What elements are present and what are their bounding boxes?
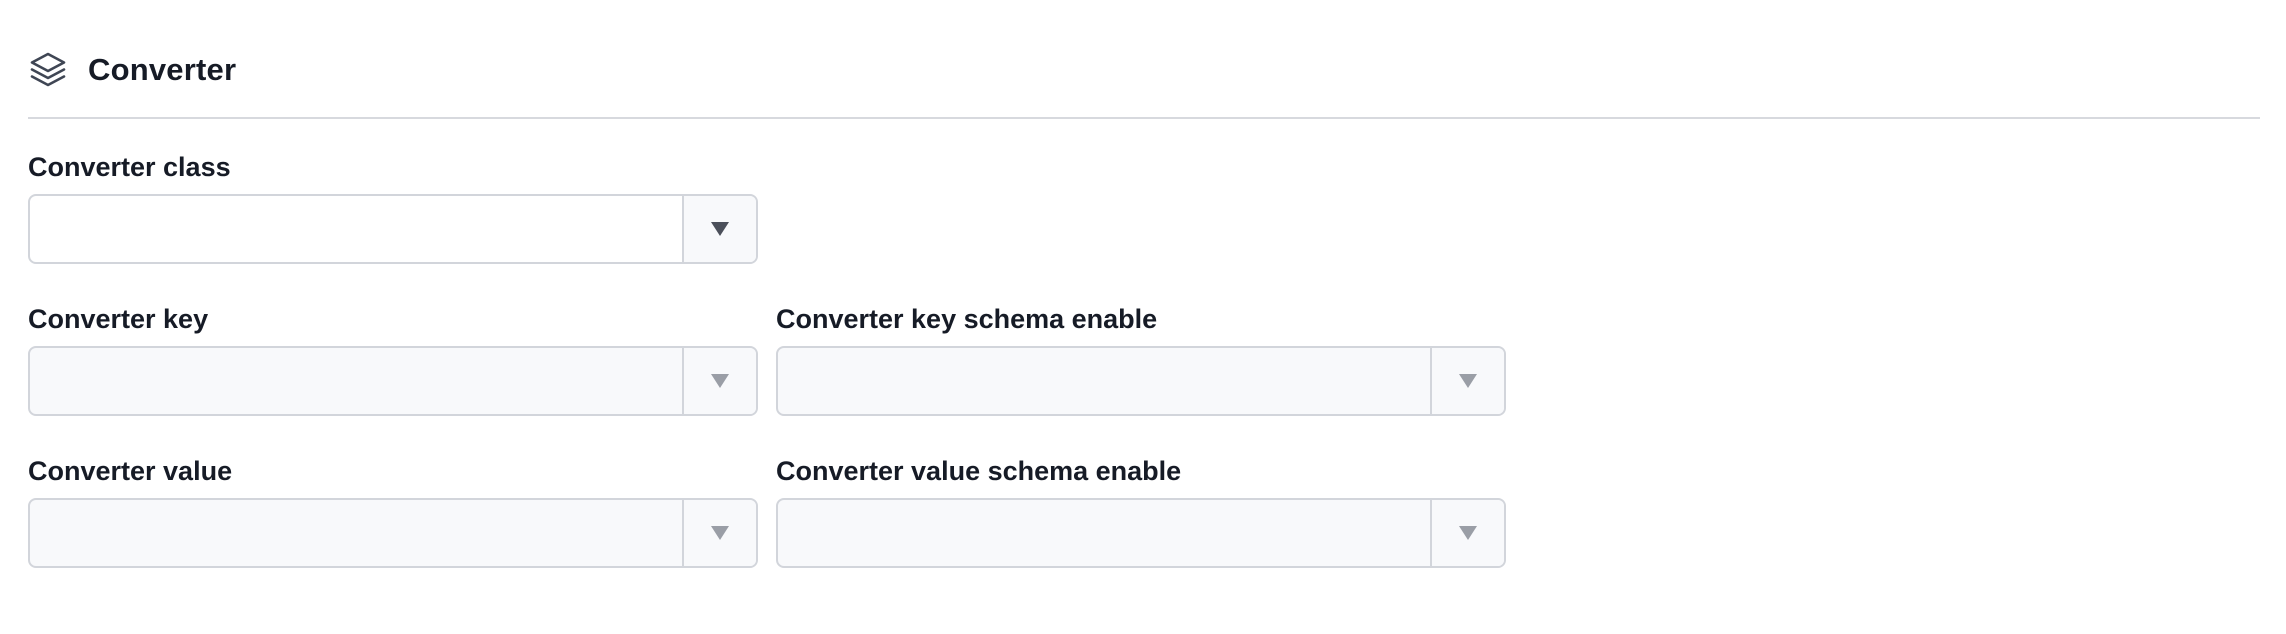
section-header: Converter [28, 46, 236, 94]
converter-value-schema-enable-dropdown-toggle[interactable] [1430, 500, 1504, 566]
converter-key-schema-enable-value [778, 348, 1430, 414]
converter-key-schema-enable-label: Converter key schema enable [776, 304, 1158, 334]
caret-down-icon [1459, 526, 1477, 540]
caret-down-icon [711, 526, 729, 540]
converter-class-label: Converter class [28, 152, 231, 182]
converter-value-schema-enable-label: Converter value schema enable [776, 456, 1182, 486]
converter-class-select[interactable] [28, 194, 758, 264]
converter-key-schema-enable-dropdown-toggle[interactable] [1430, 348, 1504, 414]
converter-value-schema-enable-select[interactable] [776, 498, 1506, 568]
layers-icon [28, 46, 76, 94]
caret-down-icon [1459, 374, 1477, 388]
section-divider [28, 117, 2260, 119]
converter-key-select[interactable] [28, 346, 758, 416]
converter-key-label: Converter key [28, 304, 209, 334]
converter-class-dropdown-toggle[interactable] [682, 196, 756, 262]
converter-key-schema-enable-select[interactable] [776, 346, 1506, 416]
converter-class-value [30, 196, 682, 262]
converter-value-label: Converter value [28, 456, 233, 486]
converter-value-schema-enable-value [778, 500, 1430, 566]
converter-key-value [30, 348, 682, 414]
caret-down-icon [711, 374, 729, 388]
caret-down-icon [711, 222, 729, 236]
converter-value-select[interactable] [28, 498, 758, 568]
converter-value-value [30, 500, 682, 566]
section-title: Converter [88, 52, 237, 87]
converter-value-dropdown-toggle[interactable] [682, 500, 756, 566]
converter-key-dropdown-toggle[interactable] [682, 348, 756, 414]
